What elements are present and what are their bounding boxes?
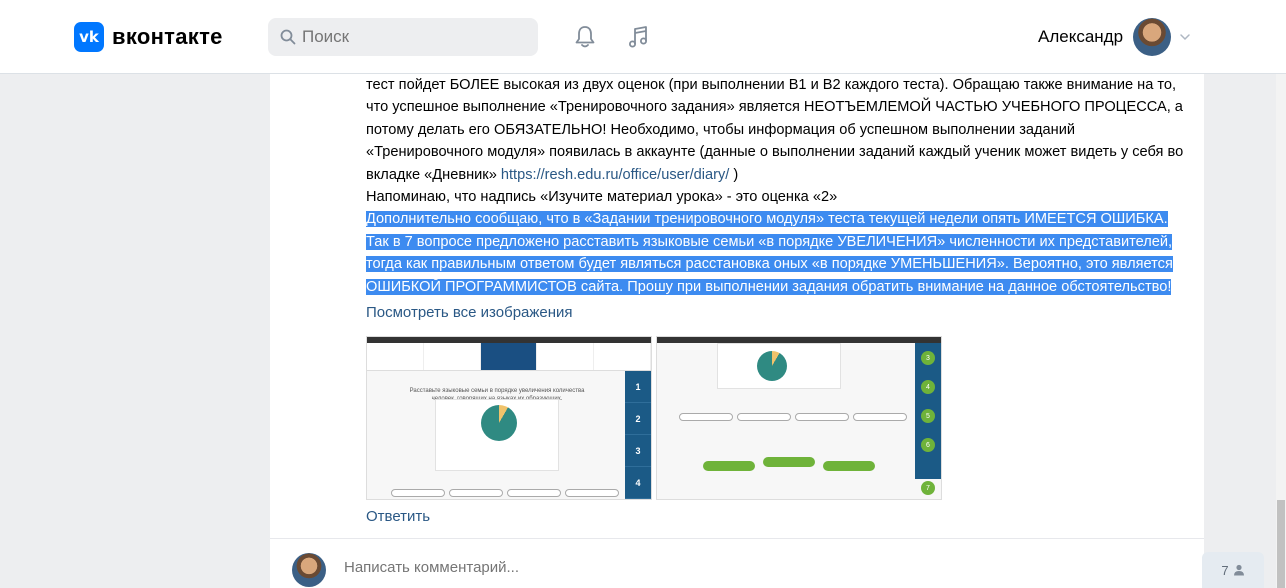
vk-logo-badge: vk	[74, 22, 104, 52]
search-icon	[280, 29, 296, 45]
selected-text: Дополнительно сообщаю, что в «Задании тр…	[366, 211, 1173, 295]
user-name: Александр	[1038, 27, 1124, 46]
answer-chip	[391, 489, 445, 497]
image-tab	[537, 343, 595, 370]
answer-chip	[507, 489, 561, 497]
question-number: 3	[625, 435, 651, 467]
search-input[interactable]	[302, 27, 522, 47]
answer-chip	[853, 413, 907, 421]
answer-chip	[449, 489, 503, 497]
answer-pill	[823, 461, 875, 471]
post-highlighted-paragraph: Дополнительно сообщаю, что в «Задании тр…	[366, 208, 1186, 298]
question-number: 6	[921, 438, 935, 452]
question-number: 4	[921, 380, 935, 394]
image-tab	[424, 343, 481, 370]
answer-pill	[703, 461, 755, 471]
image-pie-chart	[481, 405, 517, 441]
question-number: 7	[921, 481, 935, 495]
search-box[interactable]	[268, 18, 538, 56]
image-answer-chips	[679, 413, 907, 421]
post-card: тест пойдет БОЛЕЕ высокая из двух оценок…	[270, 74, 1204, 588]
image-pie-chart	[757, 351, 787, 381]
answer-chip	[737, 413, 791, 421]
image-question-numbers: 3 4 5 6	[915, 343, 941, 479]
reply-link[interactable]: Ответить	[366, 508, 430, 525]
viewers-count: 7	[1221, 562, 1229, 578]
attached-image[interactable]: 3 4 5 6 7	[656, 336, 942, 500]
vk-logo[interactable]: vk вконтакте	[74, 22, 223, 52]
question-number: 4	[625, 467, 651, 499]
comment-input[interactable]	[344, 559, 1044, 576]
post-text: тест пойдет БОЛЕЕ высокая из двух оценок…	[366, 74, 1186, 298]
question-number: 1	[625, 371, 651, 403]
commenter-avatar	[292, 553, 326, 587]
post-paragraph: тест пойдет БОЛЕЕ высокая из двух оценок…	[366, 74, 1186, 186]
post-paragraph-end: )	[729, 166, 739, 183]
chevron-down-icon	[1180, 34, 1190, 41]
diary-link[interactable]: https://resh.edu.ru/office/user/diary/	[501, 167, 729, 183]
image-answer-chips	[391, 489, 619, 497]
question-number: 2	[625, 403, 651, 435]
answer-chip	[565, 489, 619, 497]
viewers-badge[interactable]: 7	[1202, 552, 1264, 588]
answer-chip	[795, 413, 849, 421]
vk-logo-text: вконтакте	[112, 24, 223, 49]
answer-pill	[763, 457, 815, 467]
image-tab	[594, 343, 651, 370]
top-header: vk вконтакте Александр	[0, 0, 1286, 74]
music-button[interactable]	[626, 24, 652, 50]
image-tab-active	[480, 343, 538, 370]
attached-image[interactable]: Расставьте языковые семьи в порядке увел…	[366, 336, 652, 500]
user-avatar	[1133, 18, 1172, 56]
question-number: 5	[921, 409, 935, 423]
question-number: 3	[921, 351, 935, 365]
image-tab	[367, 343, 424, 370]
user-menu[interactable]: Александр	[1038, 18, 1191, 56]
comment-bar	[270, 538, 1204, 588]
show-all-images-link[interactable]: Посмотреть все изображения	[366, 304, 573, 321]
notifications-button[interactable]	[572, 24, 598, 50]
scrollbar-thumb[interactable]	[1277, 500, 1285, 588]
bell-icon	[575, 26, 595, 48]
post-paragraph-text: тест пойдет БОЛЕЕ высокая из двух оценок…	[366, 77, 1184, 183]
person-icon	[1233, 564, 1244, 576]
image-question-numbers: 1 2 3 4	[625, 371, 651, 499]
post-paragraph-reminder: Напоминаю, что надпись «Изучите материал…	[366, 189, 838, 206]
image-lesson-tabs	[367, 343, 651, 371]
music-note-icon	[629, 26, 647, 48]
answer-chip	[679, 413, 733, 421]
